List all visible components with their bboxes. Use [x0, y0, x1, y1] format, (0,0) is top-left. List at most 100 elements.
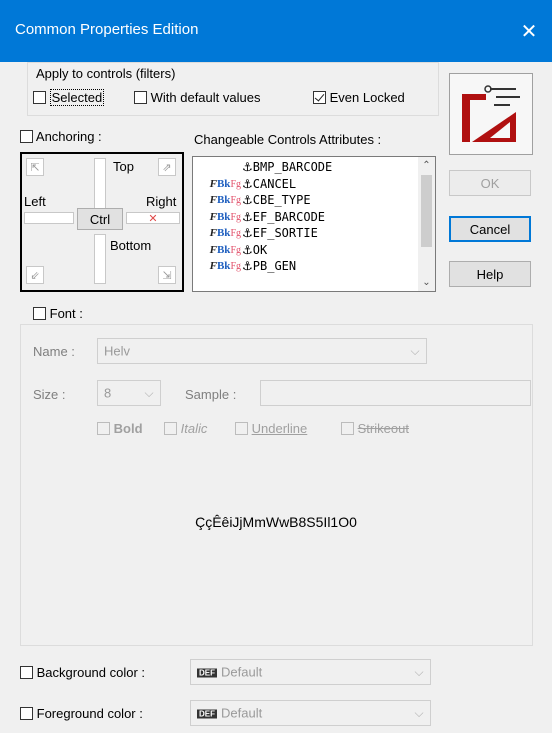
- anchor-top-left-icon[interactable]: ⇱: [26, 158, 44, 176]
- strikeout-check-icon[interactable]: [341, 422, 354, 435]
- font-size-value: 8: [104, 385, 112, 401]
- background-flag: Bk: [216, 177, 231, 190]
- scroll-down-icon[interactable]: ⌄: [418, 274, 435, 291]
- attributes-label: Changeable Controls Attributes :: [194, 132, 382, 147]
- attributes-scrollbar[interactable]: ⌃ ⌄: [418, 157, 435, 291]
- default-badge: DEF: [197, 709, 217, 719]
- font-name-label: Name :: [33, 344, 75, 359]
- title-bar: Common Properties Edition ✕: [0, 0, 552, 62]
- strikeout-checkbox[interactable]: Strikeout: [341, 421, 409, 436]
- filters-label: Apply to controls (filters): [36, 66, 176, 81]
- control-name: BMP_BARCODE: [252, 160, 333, 175]
- selected-checkbox[interactable]: Selected: [33, 89, 105, 106]
- chevron-down-icon[interactable]: ⌵: [408, 701, 430, 725]
- chevron-down-icon[interactable]: ⌵: [408, 660, 430, 684]
- attribute-flags: FBkFg: [193, 227, 241, 239]
- italic-checkbox[interactable]: Italic: [164, 421, 207, 436]
- cancel-button[interactable]: Cancel: [449, 216, 531, 242]
- anchoring-check-icon[interactable]: [20, 130, 33, 143]
- background-flag: Bk: [216, 194, 231, 207]
- strikeout-label: Strikeout: [357, 421, 409, 436]
- font-size-select[interactable]: 8 ⌵: [97, 380, 161, 406]
- bold-label: Bold: [113, 421, 143, 436]
- anchoring-panel: ⇱ Top ⇗ Left Right Ctrl ✕ Bottom ⇙ ⇲: [20, 152, 184, 292]
- close-icon[interactable]: ✕: [506, 0, 552, 62]
- chevron-down-icon[interactable]: ⌵: [404, 339, 426, 363]
- control-name: EF_BARCODE: [252, 209, 326, 224]
- attributes-listbox[interactable]: ⚓ BMP_BARCODE FBkFg ⚓ CANCEL FBkFg ⚓ CBE_TYPE FB…: [192, 156, 436, 292]
- foreground-flag: Fg: [230, 244, 241, 256]
- with-default-values-check-icon[interactable]: [134, 91, 147, 104]
- foreground-color-value: Default: [221, 705, 263, 721]
- scroll-up-icon[interactable]: ⌃: [418, 157, 435, 174]
- even-locked-checkbox[interactable]: Even Locked: [313, 90, 405, 105]
- font-preview: ÇçÊêiJjMmWwB8S5Il1O0: [195, 514, 357, 530]
- anchor-ctrl-button[interactable]: Ctrl: [77, 208, 123, 230]
- anchor-top-handle[interactable]: [94, 158, 106, 214]
- underline-label: Underline: [251, 421, 308, 436]
- list-item[interactable]: FBkFg ⚓ EF_SORTIE: [193, 225, 419, 242]
- sample-input[interactable]: [260, 380, 531, 406]
- italic-check-icon[interactable]: [164, 422, 177, 435]
- background-flag: Bk: [216, 260, 231, 273]
- attribute-flags: FBkFg: [193, 211, 241, 223]
- background-flag: Bk: [216, 227, 231, 240]
- app-logo-icon: [449, 73, 533, 155]
- foreground-color-checkbox[interactable]: Foreground color :: [20, 706, 143, 721]
- selected-label: Selected: [49, 89, 105, 106]
- anchor-right-label: Right: [146, 194, 177, 209]
- anchor-top-right-icon[interactable]: ⇗: [158, 158, 176, 176]
- background-color-select[interactable]: DEF Default ⌵: [190, 659, 431, 685]
- ok-button[interactable]: OK: [449, 170, 531, 196]
- background-color-value: Default: [221, 664, 263, 680]
- control-name: EF_SORTIE: [252, 226, 318, 241]
- list-item[interactable]: FBkFg ⚓ CBE_TYPE: [193, 192, 419, 209]
- foreground-color-label: Foreground color :: [36, 706, 143, 721]
- anchoring-checkbox[interactable]: Anchoring :: [20, 129, 102, 144]
- foreground-color-select[interactable]: DEF Default ⌵: [190, 700, 431, 726]
- background-flag: Bk: [216, 210, 231, 223]
- anchor-bottom-handle[interactable]: [94, 234, 106, 284]
- anchor-bottom-left-icon[interactable]: ⇙: [26, 266, 44, 284]
- list-item[interactable]: FBkFg ⚓ PB_GEN: [193, 258, 419, 275]
- list-item[interactable]: FBkFg ⚓ EF_BARCODE: [193, 209, 419, 226]
- attribute-flags: FBkFg: [193, 244, 241, 256]
- even-locked-check-icon[interactable]: [313, 91, 326, 104]
- font-checkbox[interactable]: Font :: [33, 306, 83, 321]
- font-name-select[interactable]: Helv ⌵: [97, 338, 427, 364]
- control-name: PB_GEN: [252, 259, 297, 274]
- anchor-bottom-right-icon[interactable]: ⇲: [158, 266, 176, 284]
- bold-checkbox[interactable]: Bold: [97, 421, 143, 436]
- with-default-values-checkbox[interactable]: With default values: [134, 90, 260, 105]
- anchor-left-handle[interactable]: [24, 212, 74, 224]
- font-name-value: Helv: [104, 343, 131, 359]
- foreground-check-icon[interactable]: [20, 707, 33, 720]
- scroll-thumb[interactable]: [421, 175, 432, 247]
- chevron-down-icon[interactable]: ⌵: [138, 381, 160, 405]
- anchor-icon: ⚓: [242, 226, 253, 241]
- underline-check-icon[interactable]: [235, 422, 248, 435]
- control-name: CANCEL: [252, 176, 297, 191]
- anchor-left-label: Left: [24, 194, 46, 209]
- font-flag: F: [209, 177, 217, 190]
- anchor-icon: ⚓: [242, 209, 253, 224]
- font-check-icon[interactable]: [33, 307, 46, 320]
- background-check-icon[interactable]: [20, 666, 33, 679]
- list-item[interactable]: FBkFg ⚓ OK: [193, 242, 419, 259]
- bold-check-icon[interactable]: [97, 422, 110, 435]
- font-size-label: Size :: [33, 387, 66, 402]
- even-locked-label: Even Locked: [329, 90, 405, 105]
- selected-check-icon[interactable]: [33, 91, 46, 104]
- underline-checkbox[interactable]: Underline: [235, 421, 307, 436]
- background-color-checkbox[interactable]: Background color :: [20, 665, 145, 680]
- anchor-right-close-icon[interactable]: ✕: [126, 212, 180, 225]
- background-color-label: Background color :: [36, 665, 146, 680]
- foreground-flag: Fg: [230, 261, 241, 273]
- font-flag: F: [209, 260, 217, 273]
- list-item[interactable]: ⚓ BMP_BARCODE: [193, 159, 419, 176]
- attribute-flags: FBkFg: [193, 194, 241, 206]
- font-flag: F: [209, 243, 217, 256]
- help-button[interactable]: Help: [449, 261, 531, 287]
- list-item[interactable]: FBkFg ⚓ CANCEL: [193, 176, 419, 193]
- foreground-flag: Fg: [230, 195, 241, 207]
